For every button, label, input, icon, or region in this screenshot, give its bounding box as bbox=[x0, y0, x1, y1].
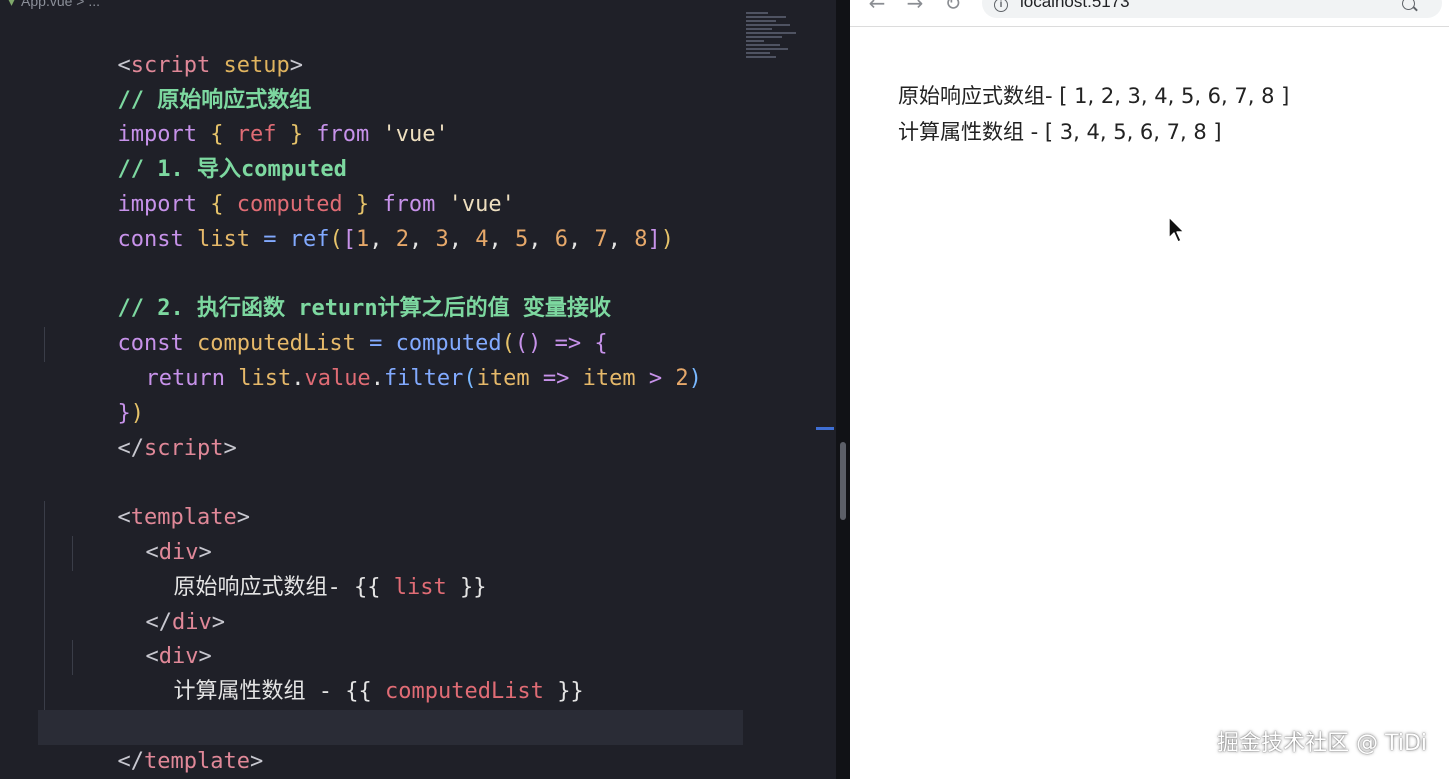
code-line-3: import { ref } from 'vue' bbox=[0, 84, 836, 147]
indent-guide bbox=[44, 605, 45, 641]
address-bar[interactable]: i localhost:5173 bbox=[982, 0, 1442, 18]
resize-handle[interactable] bbox=[840, 442, 846, 520]
code-line-12: </script> bbox=[0, 397, 836, 461]
reload-icon[interactable]: ↻ bbox=[942, 0, 964, 14]
code-line-5: import { computed } from 'vue' bbox=[0, 153, 836, 217]
watermark: 掘金技术社区 @ TiDi bbox=[1217, 731, 1427, 756]
mouse-cursor-icon bbox=[1168, 216, 1185, 243]
indent-guide bbox=[44, 501, 45, 536]
indent-guide bbox=[44, 535, 45, 571]
indent-guide bbox=[44, 675, 45, 710]
browser-toolbar: ← → ↻ i localhost:5173 bbox=[850, 0, 1449, 27]
info-icon[interactable]: i bbox=[994, 0, 1008, 12]
code-line-8: // 2. 执行函数 return计算之后的值 变量接收 bbox=[0, 258, 836, 321]
code-lines: <script setup> // 原始响应式数组 import { ref }… bbox=[0, 14, 836, 774]
split-divider[interactable] bbox=[836, 0, 850, 779]
indent-guide bbox=[44, 640, 45, 676]
code-line-6: const list = ref([1, 2, 3, 4, 5, 6, 7, 8… bbox=[0, 188, 836, 252]
tag-open: </ bbox=[117, 748, 144, 774]
computed-array-line: 计算属性数组 - [ 3, 4, 5, 6, 7, 8 ] bbox=[898, 120, 1222, 144]
code-line-9: const computedList = computed(() => { bbox=[0, 292, 836, 356]
code-line-18: <div> bbox=[0, 605, 836, 669]
code-line-20: </div> bbox=[0, 675, 836, 739]
scrollbar-position-marker bbox=[816, 427, 834, 430]
minimap[interactable] bbox=[746, 12, 806, 67]
code-line-4: // 1. 导入computed bbox=[0, 118, 836, 182]
tag-name: template bbox=[143, 748, 250, 774]
indent-guide bbox=[72, 535, 73, 571]
browser-window: ← → ↻ i localhost:5173 原始响应式数组- [ 1, 2, … bbox=[850, 0, 1449, 779]
indent-guide bbox=[72, 640, 73, 676]
url-text: localhost:5173 bbox=[1020, 0, 1130, 11]
zoom-icon[interactable] bbox=[1402, 0, 1415, 10]
code-line-16: 原始响应式数组- {{ list }} bbox=[0, 535, 836, 600]
editor-scrollbar[interactable] bbox=[816, 0, 836, 779]
code-line-21: </template> bbox=[38, 709, 743, 774]
indent-guide bbox=[44, 570, 45, 606]
code-line-11: }) bbox=[0, 362, 836, 426]
tag-close: > bbox=[249, 748, 264, 774]
arrow-right-icon[interactable]: → bbox=[904, 0, 926, 14]
code-line-2: // 原始响应式数组 bbox=[0, 49, 836, 113]
page-content: 原始响应式数组- [ 1, 2, 3, 4, 5, 6, 7, 8 ] 计算属性… bbox=[898, 78, 1289, 150]
breadcrumb[interactable]: ▾ App.vue > ... bbox=[8, 0, 100, 11]
code-line-15: <div> bbox=[0, 501, 836, 565]
code-line-14: <template> bbox=[0, 466, 836, 530]
indent-guide bbox=[44, 327, 45, 362]
code-line-10: return list.value.filter(item => item > … bbox=[0, 327, 836, 391]
code-line-19: 计算属性数组 - {{ computedList }} bbox=[0, 640, 836, 704]
arrow-left-icon[interactable]: ← bbox=[866, 0, 888, 14]
code-line-1: <script setup> bbox=[0, 14, 836, 78]
code-line-17: </div> bbox=[0, 570, 836, 635]
code-editor[interactable]: ▾ App.vue > ... <script setup> // 原始响应式数组… bbox=[0, 0, 836, 779]
original-array-line: 原始响应式数组- [ 1, 2, 3, 4, 5, 6, 7, 8 ] bbox=[898, 84, 1290, 108]
chevron-down-icon: ▾ bbox=[8, 0, 16, 9]
breadcrumb-path: App.vue > ... bbox=[21, 0, 101, 9]
